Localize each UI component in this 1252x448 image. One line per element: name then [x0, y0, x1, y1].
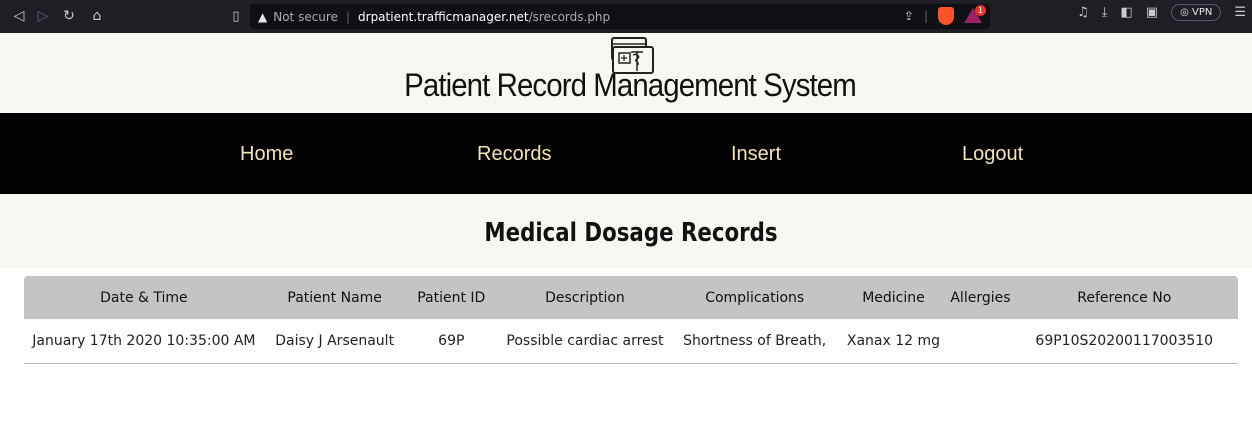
url-divider: | [923, 9, 928, 23]
cell-complications: Shortness of Breath, [672, 319, 837, 364]
wallet-icon[interactable]: ▣ [1146, 5, 1158, 20]
url-path: /srecords.php [528, 9, 611, 24]
home-icon[interactable]: ⌂ [86, 5, 108, 27]
nav-logout[interactable]: Logout [962, 143, 1023, 166]
cell-patient-name: Daisy J Arsenault [263, 319, 406, 364]
table-header-row: Date & Time Patient Name Patient ID Desc… [24, 276, 1238, 319]
column-header: Complications [705, 289, 805, 306]
brave-shields-icon[interactable] [938, 7, 954, 25]
nav-insert[interactable]: Insert [731, 143, 781, 166]
cell-medicine: Xanax 12 mg [836, 319, 951, 364]
warning-icon: ▲ [258, 9, 268, 24]
column-header: Patient Name [287, 289, 382, 306]
cell-description: Possible cardiac arrest [497, 319, 673, 364]
url-host: drpatient.trafficmanager.net [358, 9, 529, 24]
column-header: Description [545, 289, 625, 306]
rewards-badge: 1 [975, 5, 986, 16]
nav-records[interactable]: Records [477, 143, 551, 166]
share-icon[interactable]: ⇪ [904, 9, 914, 23]
vpn-label: VPN [1191, 7, 1213, 18]
site-header: Patient Record Management System [0, 33, 1252, 113]
main-nav: Home Records Insert Logout [0, 113, 1252, 194]
vpn-button[interactable]: ◎ VPN [1171, 4, 1222, 21]
back-icon[interactable]: ◁ [8, 5, 30, 27]
browser-toolbar: ◁ ▷ ↻ ⌂ ▯ ▲ Not secure | drpatient.traff… [0, 0, 1252, 33]
sidebar-icon[interactable]: ◧ [1120, 5, 1132, 20]
site-title: Patient Record Management System [404, 67, 857, 103]
reload-icon[interactable]: ↻ [58, 5, 80, 27]
security-status[interactable]: Not secure [273, 10, 338, 24]
page: Patient Record Management System Home Re… [0, 33, 1252, 448]
column-header: Allergies [950, 289, 1011, 306]
media-icon[interactable]: ♫ [1077, 5, 1089, 20]
page-heading-band: Medical Dosage Records [0, 194, 1252, 268]
address-bar[interactable]: ▲ Not secure | drpatient.trafficmanager.… [250, 4, 990, 29]
cell-allergies [950, 319, 1011, 364]
column-header: Date & Time [100, 289, 188, 306]
cell-patient-id: 69P [405, 319, 498, 364]
bookmark-icon[interactable]: ▯ [226, 6, 246, 26]
column-header: Medicine [862, 289, 925, 306]
nav-home[interactable]: Home [240, 143, 293, 166]
forward-icon[interactable]: ▷ [32, 5, 54, 27]
menu-icon[interactable]: ☰ [1234, 5, 1246, 20]
brave-rewards-icon[interactable]: 1 [964, 5, 986, 24]
page-title: Medical Dosage Records [484, 218, 778, 248]
table-row: January 17th 2020 10:35:00 AM Daisy J Ar… [24, 319, 1238, 364]
cell-date-time: January 17th 2020 10:35:00 AM [24, 319, 264, 364]
column-header: Reference No [1077, 289, 1172, 306]
url-separator: | [345, 9, 351, 24]
download-icon[interactable]: ⤓ [1102, 5, 1108, 20]
column-header: Patient ID [417, 289, 486, 306]
records-table: Date & Time Patient Name Patient ID Desc… [24, 276, 1238, 364]
cell-reference-no: 69P10S20200117003510 [1010, 319, 1238, 364]
